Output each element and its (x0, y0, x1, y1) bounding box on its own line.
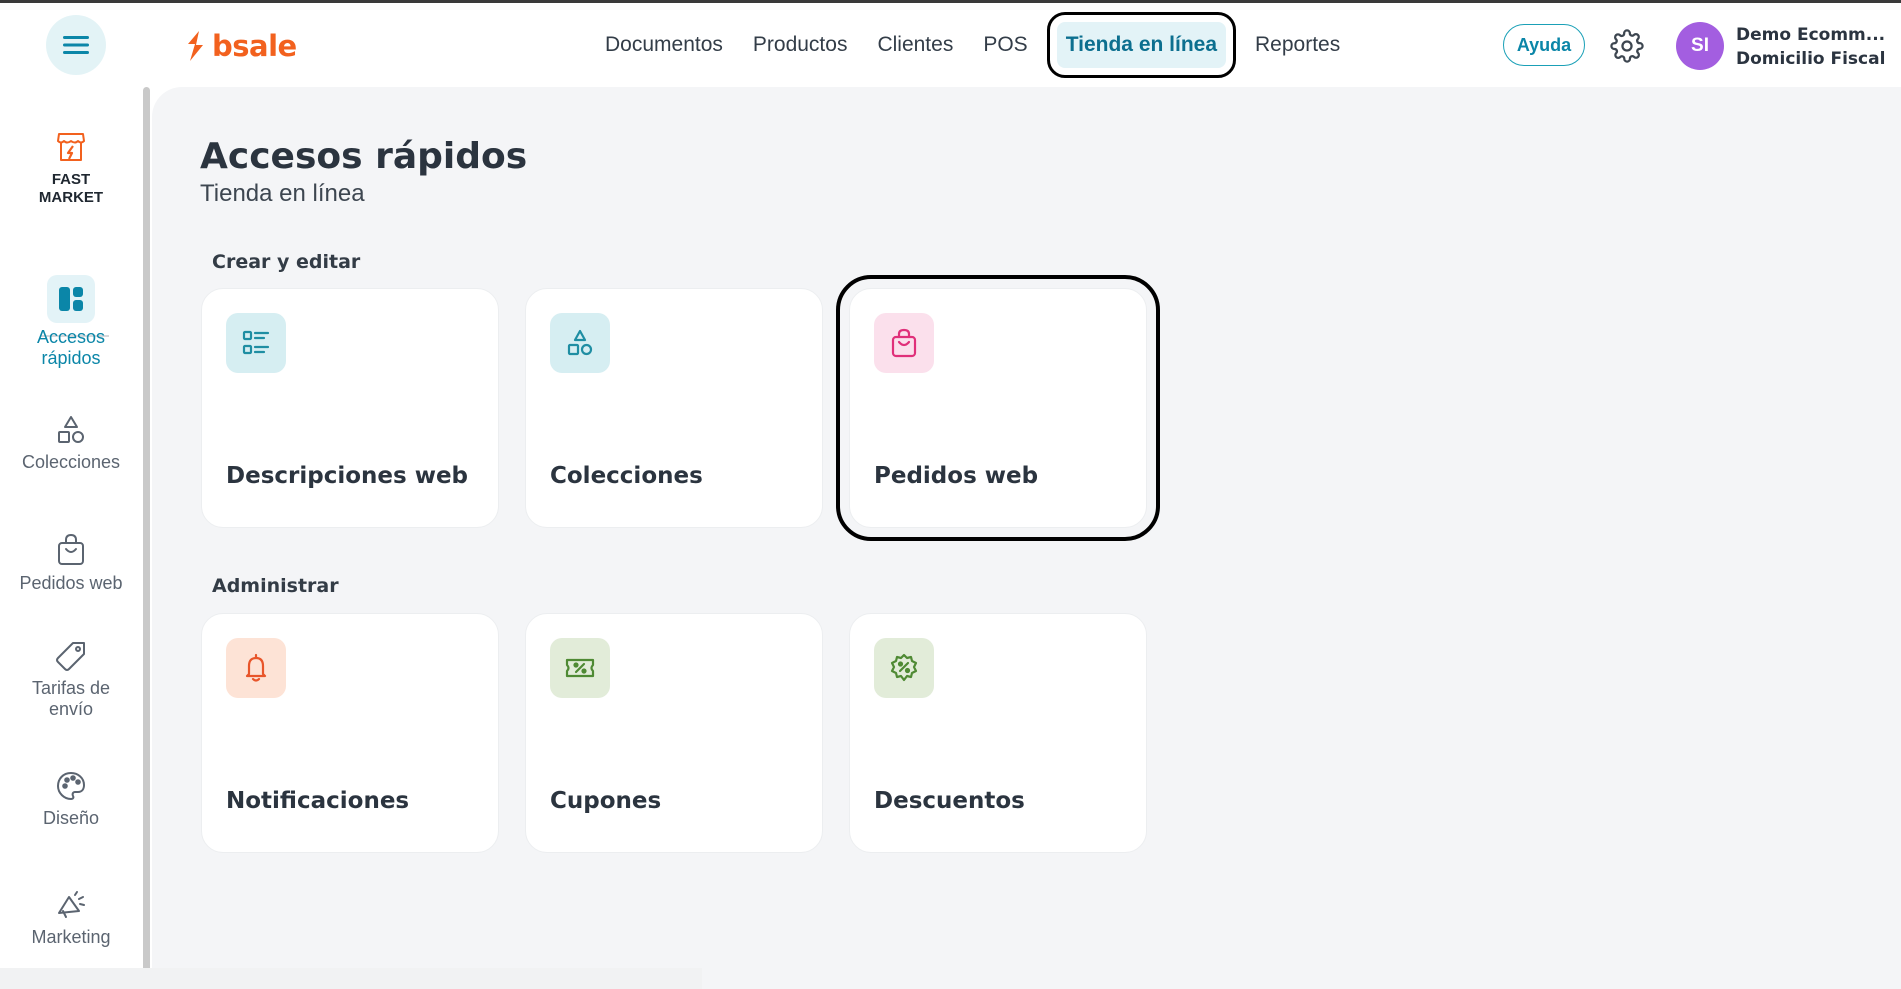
page-subtitle: Tienda en línea (200, 180, 365, 207)
nav-productos[interactable]: Productos (738, 22, 863, 68)
sidebar-label: Colecciones (21, 452, 121, 472)
bell-icon (245, 653, 267, 682)
sidebar-item-accesos-rapidos[interactable]: Accesos rápidos (0, 275, 142, 369)
tag-icon (56, 642, 85, 671)
nav-tienda-en-linea[interactable]: Tienda en línea (1046, 12, 1237, 78)
card-icon-bg (226, 638, 286, 698)
card-icon-bg (550, 638, 610, 698)
sidebar-item-diseno[interactable]: Diseño (0, 770, 142, 829)
top-header: bsale Documentos Productos Clientes POS … (0, 3, 1901, 87)
discount-badge-icon (890, 653, 918, 682)
card-icon-bg (550, 313, 610, 373)
sidebar-item-colecciones[interactable]: Colecciones (0, 414, 142, 473)
palette-icon (57, 772, 85, 800)
sidebar-label-line1: Tarifas de (31, 678, 111, 698)
shapes-icon (567, 329, 593, 356)
card-notificaciones[interactable]: Notificaciones (201, 613, 499, 853)
card-label: Pedidos web (874, 463, 1039, 489)
dashboard-icon (59, 287, 83, 311)
sidebar-item-marketing[interactable]: Marketing (0, 889, 142, 948)
section-title-administrar: Administrar (212, 575, 339, 597)
bsale-bolt-icon (188, 31, 203, 61)
nav-reportes[interactable]: Reportes (1240, 22, 1355, 68)
account-info[interactable]: Demo Ecomm... Domicilio Fiscal (1736, 23, 1896, 71)
help-button[interactable]: Ayuda (1503, 24, 1585, 66)
sidebar-label-line1: Accesos (36, 327, 106, 347)
sidebar-label-line2: envío (48, 699, 94, 719)
nav-pos[interactable]: POS (968, 22, 1042, 68)
sidebar-item-tarifas-de-envio[interactable]: Tarifas de envío (0, 640, 142, 720)
card-colecciones[interactable]: Colecciones (525, 288, 823, 528)
card-label: Descuentos (874, 788, 1025, 814)
bsale-logo[interactable]: bsale (184, 29, 297, 63)
shopping-bag-icon (891, 328, 917, 358)
card-label: Cupones (550, 788, 662, 814)
store-logo-icon (57, 133, 85, 161)
sidebar-label: Marketing (31, 927, 111, 947)
main-content: Accesos rápidos Tienda en línea Crear y … (152, 87, 1901, 989)
sidebar-item-pedidos-web[interactable]: Pedidos web (0, 533, 142, 594)
menu-button[interactable] (46, 15, 106, 75)
hamburger-icon (63, 36, 89, 54)
card-label: Notificaciones (226, 788, 410, 814)
list-icon (242, 330, 270, 355)
card-icon-bg (874, 313, 934, 373)
nav-documentos[interactable]: Documentos (590, 22, 738, 68)
card-label: Descripciones web (226, 463, 469, 489)
nav-clientes[interactable]: Clientes (862, 22, 968, 68)
account-name: Demo Ecomm... (1736, 25, 1886, 45)
page-title: Accesos rápidos (200, 136, 528, 177)
card-icon-bg (874, 638, 934, 698)
bottom-status-strip (0, 968, 702, 989)
sidebar-store-fast-market[interactable]: FAST MARKET (0, 131, 142, 207)
sidebar: FAST MARKET Accesos rápidos Colecciones … (0, 87, 150, 989)
logo-text: bsale (212, 29, 297, 63)
shopping-bag-icon (58, 534, 84, 565)
shapes-icon (58, 416, 84, 443)
card-descuentos[interactable]: Descuentos (849, 613, 1147, 853)
gear-icon[interactable] (1610, 29, 1644, 63)
store-name-line1: FAST (51, 171, 91, 188)
megaphone-icon (58, 891, 85, 918)
card-descripciones-web[interactable]: Descripciones web (201, 288, 499, 528)
card-icon-bg (226, 313, 286, 373)
card-pedidos-web[interactable]: Pedidos web (836, 275, 1160, 541)
sidebar-scrollbar[interactable] (143, 87, 150, 979)
avatar[interactable]: SI (1676, 22, 1724, 70)
main-nav: Documentos Productos Clientes POS Tienda… (590, 3, 1355, 87)
section-title-crear-editar: Crear y editar (212, 251, 361, 273)
coupon-icon (565, 658, 595, 678)
account-branch: Domicilio Fiscal (1736, 49, 1886, 69)
active-icon-box (47, 275, 95, 323)
card-label: Colecciones (550, 463, 703, 489)
sidebar-label-line2: rápidos (41, 348, 101, 368)
store-name-line2: MARKET (38, 189, 104, 206)
sidebar-label: Pedidos web (19, 573, 123, 593)
sidebar-label: Diseño (42, 808, 100, 828)
card-cupones[interactable]: Cupones (525, 613, 823, 853)
